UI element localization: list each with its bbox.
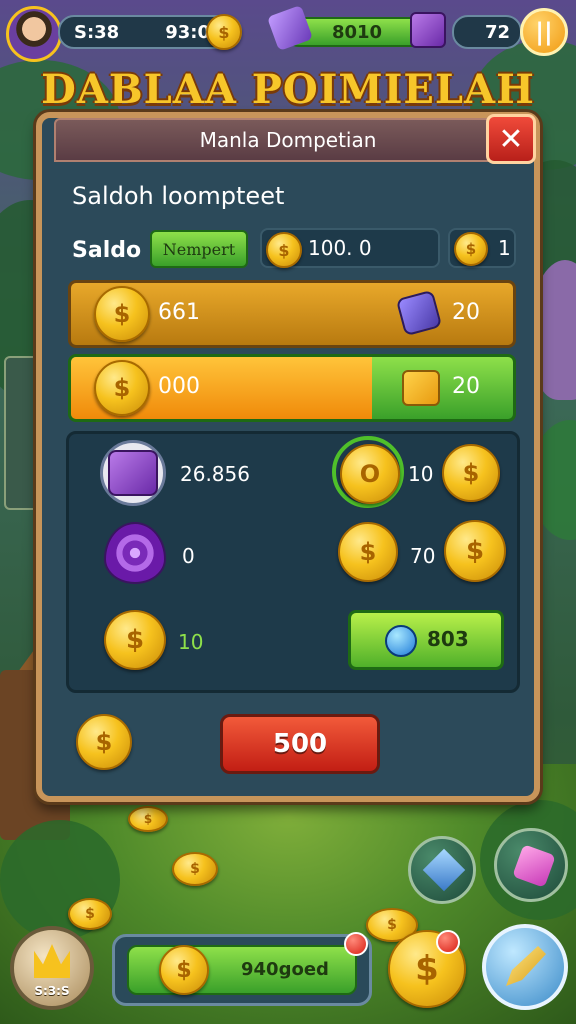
wallet-bar[interactable]: 940goed [112,934,372,1006]
screen-title: DABLAA POIMIELAH [41,66,535,113]
saldo-label: Saldo [72,238,142,263]
crystal-icon [422,848,466,892]
pause-button[interactable]: || [520,8,568,56]
green-value-button[interactable]: 803 [348,610,504,670]
build-button[interactable] [408,836,476,904]
swirl-value: 0 [182,544,195,568]
saldo-badge-text: Nempert [162,239,236,259]
panel-header: Manla Dompetian [54,118,522,162]
coin-icon [206,14,242,50]
ground-coin-icon[interactable] [68,898,112,930]
coin-icon [159,945,209,995]
timer-text: S:38 [74,21,120,43]
coin-icon[interactable] [104,610,166,670]
gift-box-icon [402,370,440,406]
ring-coin-value: 10 [408,462,434,486]
crown-icon [34,944,70,978]
panel-header-text: Manla Dompetian [199,128,377,152]
coin-pair-value: 70 [410,544,436,568]
close-icon: ✕ [498,121,524,157]
coin-icon [94,360,150,416]
coin-count: 93:0 [165,21,210,43]
progress-left-value: 000 [158,374,200,399]
player-avatar[interactable] [6,6,62,62]
coin-icon [442,444,500,502]
coin-icon [266,232,302,268]
attack-button[interactable] [482,924,568,1010]
shop-button[interactable] [494,828,568,902]
ground-coin-icon[interactable] [128,806,168,832]
potion-icon [512,844,556,888]
small-coin-value: 10 [178,630,204,654]
close-button[interactable]: ✕ [486,114,536,164]
progress-right-value: 20 [452,374,480,399]
notification-dot [344,932,368,956]
confirm-button-label: 500 [272,729,328,759]
wallet-value: 940goed [241,959,329,980]
notification-dot [436,930,460,954]
blue-coin-icon [385,625,417,657]
sword-icon [506,946,546,986]
ring-coin-icon [340,444,400,504]
gem-pill: 72 [452,15,522,49]
coin-icon [76,714,132,770]
chest-icon [410,12,446,48]
quest-value: 8010 [331,21,383,43]
saldo-extra: 1 [498,236,511,260]
panel-subtitle: Saldoh loompteet [72,182,285,210]
purple-chest-icon [108,450,158,496]
coin-icon[interactable] [338,522,398,582]
saldo-badge[interactable]: Nempert [150,230,248,268]
saldo-amount: 100. 0 [308,236,372,260]
pause-icon: || [535,18,553,46]
wallet-panel: Manla Dompetian ✕ Saldoh loompteet Saldo… [36,112,540,802]
chest-value: 26.856 [180,462,250,486]
gold-left-value: 661 [158,300,200,325]
gold-right-value: 20 [452,300,480,325]
ground-coin-icon[interactable] [172,852,218,886]
coin-icon [444,520,506,582]
coin-icon [94,286,150,342]
home-button[interactable]: S:3:S [10,926,94,1010]
coin-icon [454,232,488,266]
green-button-value: 803 [427,627,469,651]
home-badge-text: S:3:S [34,984,70,998]
top-bar: S:38 93:0 8010 72 || [0,4,576,62]
confirm-button[interactable]: 500 [220,714,380,774]
gem-count: 72 [484,21,510,43]
